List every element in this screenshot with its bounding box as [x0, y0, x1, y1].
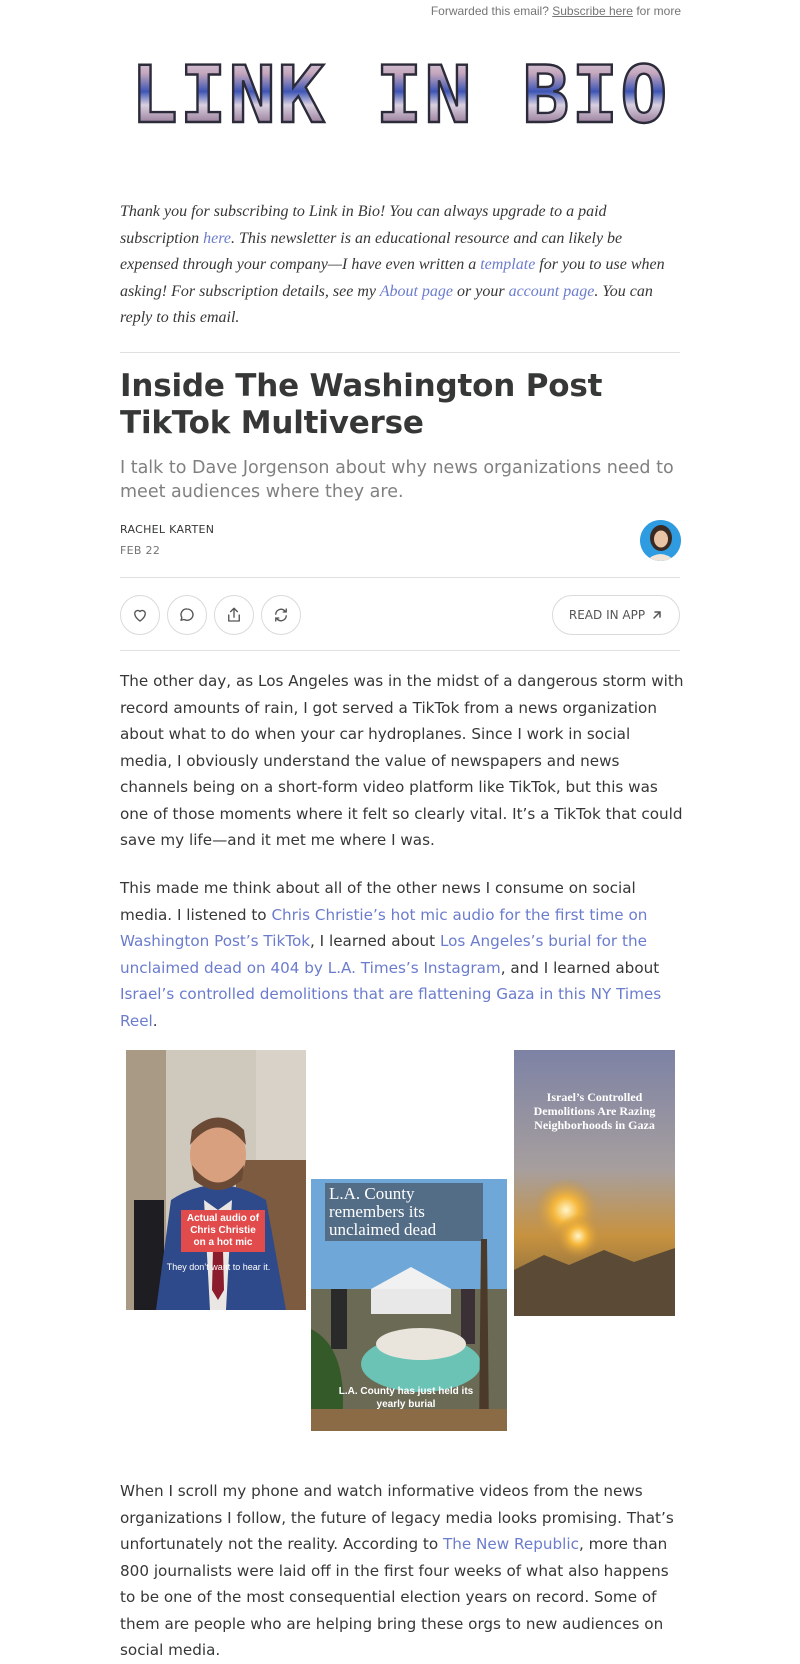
read-in-app-label: READ IN APP — [568, 608, 646, 622]
text-part: . — [152, 1011, 158, 1030]
for-more-text: for more — [636, 4, 681, 18]
divider — [120, 577, 680, 578]
post-title[interactable]: Inside The Washington Post TikTok Multiv… — [120, 368, 680, 442]
forwarded-text: Forwarded this email? — [430, 4, 549, 18]
comment-button[interactable] — [167, 595, 207, 635]
post-date: FEB 22 — [120, 544, 161, 557]
wapo-tiktok-thumbnail[interactable]: Actual audio of Chris Christie on a hot … — [126, 1050, 306, 1310]
post-subtitle: I talk to Dave Jorgenson about why news … — [120, 458, 674, 502]
link-in-bio-logo[interactable]: LINK IN BIO — [134, 52, 666, 134]
latimes-instagram-thumbnail[interactable]: L.A. County remembers its unclaimed dead… — [311, 1179, 507, 1431]
arrow-up-right-icon — [653, 611, 661, 619]
text-part: , I learned about — [310, 932, 440, 950]
share-button[interactable] — [214, 595, 254, 635]
restack-icon — [275, 608, 287, 622]
body-paragraph-3: When I scroll my phone and watch informa… — [120, 1478, 685, 1664]
restack-button[interactable] — [261, 595, 301, 635]
body-paragraph-1: The other day, as Los Angeles was in the… — [120, 672, 684, 849]
subscribe-link[interactable]: Subscribe here — [552, 4, 633, 18]
account-page-link[interactable]: account page — [509, 283, 595, 300]
action-bar: READ IN APP — [120, 595, 680, 635]
template-link[interactable]: template — [480, 256, 535, 273]
about-page-link[interactable]: About page — [380, 283, 453, 300]
wapo-subtitle: They don’t want to hear it. — [166, 1262, 271, 1272]
logo-text: LINK IN BIO — [134, 52, 666, 134]
latimes-title: L.A. County remembers its unclaimed dead — [325, 1183, 483, 1241]
forwarded-line: Forwarded this email? Subscribe here for… — [431, 4, 681, 18]
like-button[interactable] — [120, 595, 160, 635]
text-part: , more than 800 journalists were laid of… — [120, 1535, 669, 1659]
nyt-reel-link[interactable]: Israel’s controlled demolitions that are… — [120, 985, 661, 1030]
new-republic-link[interactable]: The New Republic — [443, 1535, 579, 1553]
read-in-app-button[interactable]: READ IN APP — [552, 595, 680, 635]
wapo-caption: Actual audio of Chris Christie on a hot … — [181, 1210, 265, 1252]
comment-icon — [180, 608, 194, 621]
share-icon — [228, 607, 240, 622]
divider — [120, 352, 680, 353]
nyt-reel-thumbnail[interactable]: Israel’s Controlled Demolitions Are Razi… — [514, 1050, 675, 1316]
heart-icon — [134, 609, 146, 622]
author-name[interactable]: RACHEL KARTEN — [120, 523, 214, 536]
upgrade-link[interactable]: here — [203, 230, 231, 247]
intro-part: or your — [453, 282, 509, 300]
intro-text: Thank you for subscribing to Link in Bio… — [120, 199, 682, 332]
body-paragraph-2: This made me think about all of the othe… — [120, 875, 685, 1034]
nyt-title: Israel’s Controlled Demolitions Are Razi… — [533, 1090, 656, 1132]
avatar[interactable] — [640, 520, 681, 561]
latimes-subtitle: L.A. County has just held its yearly bur… — [338, 1386, 474, 1410]
divider — [120, 650, 680, 651]
text-part: , and I learned about — [500, 958, 660, 977]
